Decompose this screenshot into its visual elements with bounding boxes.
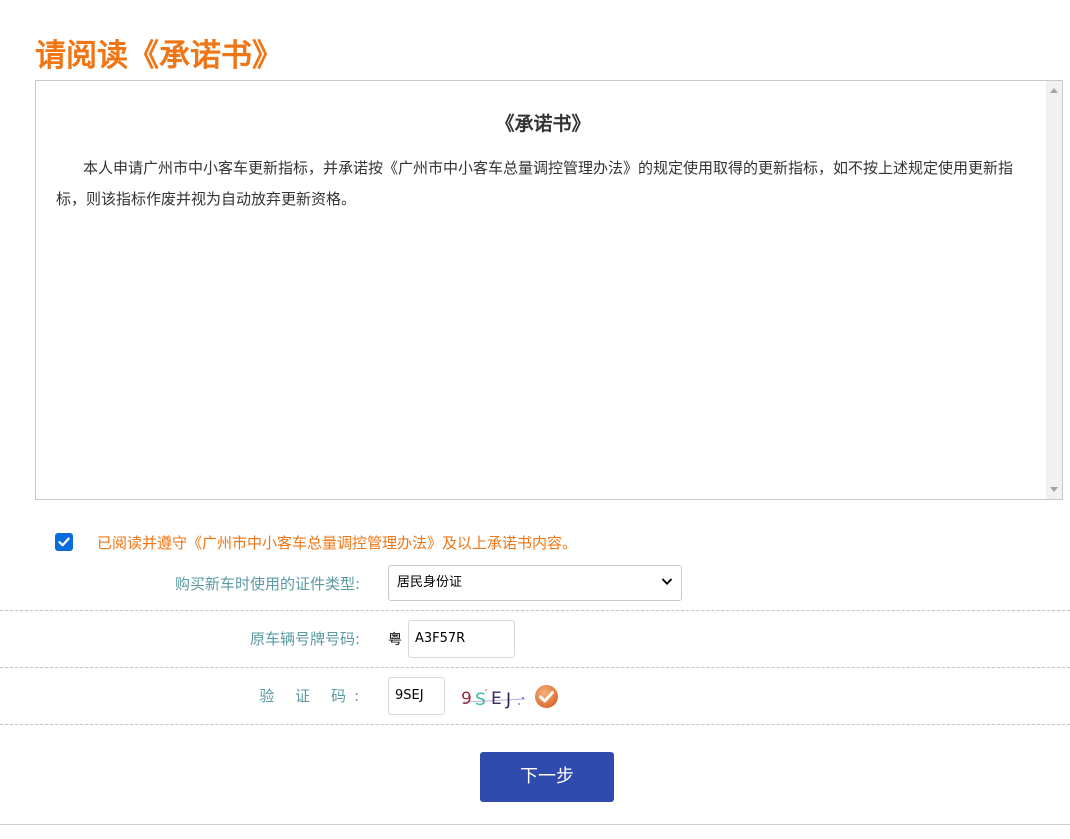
captcha-label: 验 证 码: bbox=[259, 687, 367, 705]
page-title: 请阅读《承诺书》 bbox=[35, 38, 283, 74]
id-type-row: 购买新车时使用的证件类型: 居民身份证 bbox=[0, 560, 1070, 611]
id-type-select[interactable]: 居民身份证 bbox=[388, 565, 682, 601]
promise-document-box[interactable]: 《承诺书》 本人申请广州市中小客车更新指标，并承诺按《广州市中小客车总量调控管理… bbox=[35, 80, 1063, 500]
id-type-label: 购买新车时使用的证件类型: bbox=[174, 575, 360, 593]
promise-title: 《承诺书》 bbox=[495, 113, 591, 135]
plate-number-input[interactable]: A3F57R bbox=[408, 620, 515, 658]
bottom-divider bbox=[0, 824, 1070, 825]
page: 请阅读《承诺书》 《承诺书》 本人申请广州市中小客车更新指标，并承诺按《广州市中… bbox=[0, 0, 1070, 839]
captcha-char-1: 9 bbox=[461, 689, 472, 709]
captcha-char-4: J bbox=[505, 690, 511, 710]
checkmark-icon bbox=[58, 537, 70, 547]
plate-prefix: 粤 bbox=[388, 632, 402, 648]
captcha-verified-icon bbox=[535, 685, 558, 708]
chevron-down-icon bbox=[662, 578, 672, 585]
captcha-char-2: S bbox=[475, 690, 486, 710]
promise-scrollbar[interactable] bbox=[1046, 81, 1062, 499]
plate-label: 原车辆号牌号码: bbox=[249, 630, 360, 648]
captcha-input[interactable]: 9SEJ bbox=[388, 677, 445, 715]
captcha-char-3: E bbox=[491, 689, 502, 709]
plate-row: 原车辆号牌号码: 粤 A3F57R bbox=[0, 611, 1070, 668]
captcha-image[interactable]: 9 S E J bbox=[459, 684, 531, 710]
agreement-text: 已阅读并遵守《广州市中小客车总量调控管理办法》及以上承诺书内容。 bbox=[97, 533, 578, 552]
agreement-row: 已阅读并遵守《广州市中小客车总量调控管理办法》及以上承诺书内容。 bbox=[55, 531, 577, 553]
promise-body: 本人申请广州市中小客车更新指标，并承诺按《广州市中小客车总量调控管理办法》的规定… bbox=[56, 159, 1014, 208]
id-type-selected-value: 居民身份证 bbox=[397, 575, 463, 590]
promise-content: 《承诺书》 本人申请广州市中小客车更新指标，并承诺按《广州市中小客车总量调控管理… bbox=[56, 81, 1030, 215]
scroll-up-icon[interactable] bbox=[1050, 88, 1058, 93]
scroll-down-icon[interactable] bbox=[1050, 487, 1058, 492]
next-step-button[interactable]: 下一步 bbox=[480, 752, 614, 802]
agreement-checkbox[interactable] bbox=[55, 533, 73, 551]
